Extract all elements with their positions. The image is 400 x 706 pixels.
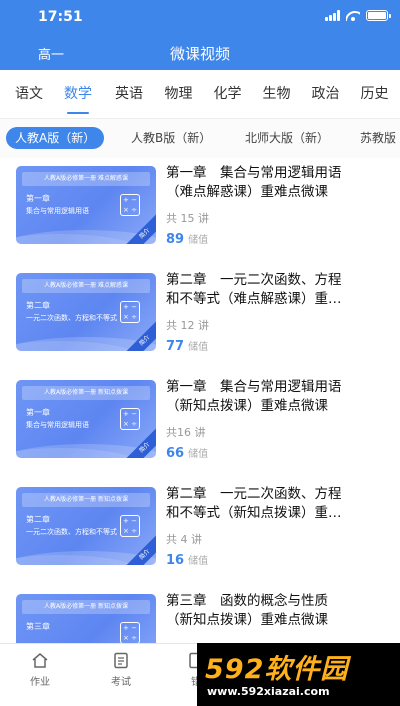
wifi-icon xyxy=(346,10,360,21)
course-thumbnail[interactable]: 人教A版必修第一册 新知点拨课 第一章 集合与常用逻辑用语 + − × ÷ 简介 xyxy=(16,380,156,458)
course-item[interactable]: 人教A版必修第一册 新知点拨课 第二章 一元二次函数、方程和不等式 + − × ÷… xyxy=(0,479,400,589)
version-rjA[interactable]: 人教A版（新） xyxy=(6,127,105,149)
math-operators-icon: + − × ÷ xyxy=(120,301,140,323)
course-price: 16 储值 xyxy=(166,553,209,568)
course-item[interactable]: 人教A版必修第一册 难点解惑课 第二章 一元二次函数、方程和不等式 + − × ÷… xyxy=(0,265,400,375)
course-title: 第二章 一元二次函数、方程 和不等式（新知点拨课）重… xyxy=(166,486,342,521)
course-item[interactable]: 人教A版必修第一册 难点解惑课 第一章 集合与常用逻辑用语 + − × ÷ 简介 … xyxy=(0,158,400,268)
tab-math[interactable]: 数学 xyxy=(52,70,104,118)
thumb-topic: 集合与常用逻辑用语 xyxy=(26,421,89,429)
thumb-topic: 集合与常用逻辑用语 xyxy=(26,207,89,215)
exam-paper-icon xyxy=(114,652,128,669)
math-operators-icon: + − × ÷ xyxy=(120,408,140,430)
math-operators-icon: + − × ÷ xyxy=(120,194,140,216)
course-title: 第一章 集合与常用逻辑用语 （难点解惑课）重难点微课 xyxy=(166,165,342,200)
course-price: 66 储值 xyxy=(166,446,209,461)
course-title: 第二章 一元二次函数、方程 和不等式（难点解惑课）重… xyxy=(166,272,342,307)
course-title: 第一章 集合与常用逻辑用语 （新知点拨课）重难点微课 xyxy=(166,379,342,414)
lesson-count: 共16 讲 xyxy=(166,426,206,439)
course-list: 人教A版必修第一册 难点解惑课 第一章 集合与常用逻辑用语 + − × ÷ 简介 … xyxy=(0,158,400,643)
subject-tabs: 语文 数学 英语 物理 化学 生物 政治 历史 xyxy=(0,70,400,118)
course-thumbnail[interactable]: 人教A版必修第一册 新知点拨课 第二章 一元二次函数、方程和不等式 + − × ÷… xyxy=(16,487,156,565)
thumb-topic: 一元二次函数、方程和不等式 xyxy=(26,528,117,536)
tab-english[interactable]: 英语 xyxy=(104,70,154,118)
tab-politics[interactable]: 政治 xyxy=(301,70,350,118)
version-sj[interactable]: 苏教版 xyxy=(360,127,396,149)
thumb-header: 人教A版必修第一册 新知点拨课 xyxy=(22,386,150,400)
version-tabs: 人教A版（新） 人教B版（新） 北师大版（新） 苏教版 xyxy=(0,118,400,158)
thumb-chapter: 第二章 xyxy=(26,301,50,310)
lesson-count: 共 15 讲 xyxy=(166,212,209,225)
course-item[interactable]: 人教A版必修第一册 新知点拨课 第一章 集合与常用逻辑用语 + − × ÷ 简介 … xyxy=(0,372,400,482)
signal-icon xyxy=(325,10,340,21)
thumb-header: 人教A版必修第一册 难点解惑课 xyxy=(22,279,150,293)
tab-history[interactable]: 历史 xyxy=(350,70,399,118)
status-time: 17:51 xyxy=(38,9,83,25)
math-operators-icon: + − × ÷ xyxy=(120,515,140,537)
page-title: 微课视频 xyxy=(169,45,230,63)
course-thumbnail[interactable]: 人教A版必修第一册 难点解惑课 第二章 一元二次函数、方程和不等式 + − × ÷… xyxy=(16,273,156,351)
thumb-header: 人教A版必修第一册 新知点拨课 xyxy=(22,493,150,507)
thumb-header: 人教A版必修第一册 难点解惑课 xyxy=(22,172,150,186)
home-icon xyxy=(32,653,48,668)
top-app-bar: 17:51 高一 微课视频 xyxy=(0,0,400,70)
thumb-chapter: 第一章 xyxy=(26,408,50,417)
course-thumbnail[interactable]: 人教A版必修第一册 新知点拨课 第三章 + − × ÷ xyxy=(16,594,156,643)
tab-chemistry[interactable]: 化学 xyxy=(203,70,252,118)
watermark: 592软件园 www.592xiazai.com xyxy=(197,643,400,706)
tab-biology[interactable]: 生物 xyxy=(252,70,301,118)
watermark-logo: 592软件园 xyxy=(205,654,349,685)
course-item[interactable]: 人教A版必修第一册 新知点拨课 第三章 + − × ÷ 第三章 函数的概念与性质 … xyxy=(0,586,400,643)
thumb-chapter: 第一章 xyxy=(26,194,50,203)
course-price: 89 储值 xyxy=(166,232,209,247)
version-rjB[interactable]: 人教B版（新） xyxy=(131,127,211,149)
watermark-url: www.592xiazai.com xyxy=(207,685,330,698)
course-price: 77 储值 xyxy=(166,339,209,354)
course-thumbnail[interactable]: 人教A版必修第一册 难点解惑课 第一章 集合与常用逻辑用语 + − × ÷ 简介 xyxy=(16,166,156,244)
status-icons xyxy=(325,10,391,21)
battery-icon xyxy=(366,10,391,21)
thumb-header: 人教A版必修第一册 新知点拨课 xyxy=(22,600,150,614)
version-bsd[interactable]: 北师大版（新） xyxy=(245,127,329,149)
thumb-chapter: 第二章 xyxy=(26,515,50,524)
lesson-count: 共 4 讲 xyxy=(166,533,202,546)
math-operators-icon: + − × ÷ xyxy=(120,622,140,643)
lesson-count: 共 12 讲 xyxy=(166,319,209,332)
tab-physics[interactable]: 物理 xyxy=(154,70,203,118)
tab-exam[interactable]: 考试 xyxy=(101,652,141,688)
thumb-topic: 一元二次函数、方程和不等式 xyxy=(26,314,117,322)
thumb-chapter: 第三章 xyxy=(26,622,50,631)
course-title: 第三章 函数的概念与性质 （新知点拨课）重难点微课 xyxy=(166,593,328,628)
tab-chinese[interactable]: 语文 xyxy=(10,70,48,118)
tab-homework[interactable]: 作业 xyxy=(20,652,60,688)
